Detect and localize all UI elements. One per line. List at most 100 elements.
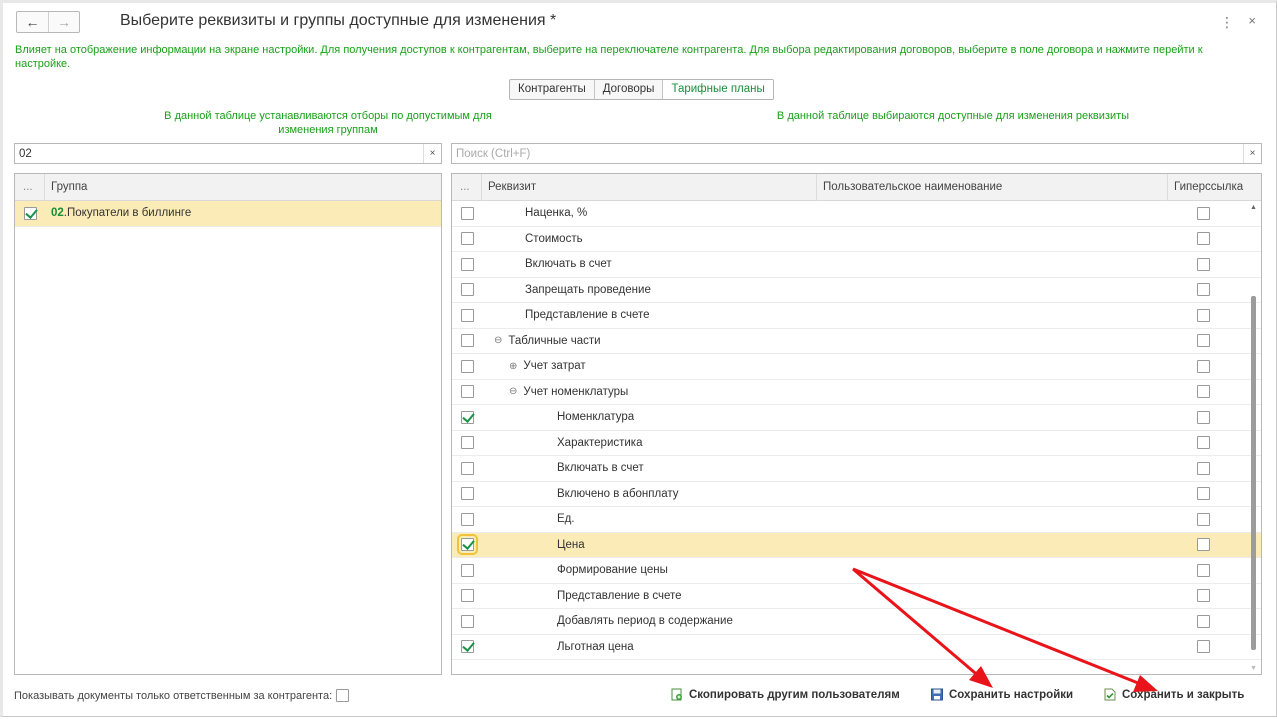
checkbox[interactable] — [23, 206, 37, 220]
group-search-input[interactable]: 02 × — [14, 143, 442, 164]
table-row[interactable]: Представление в счете — [452, 303, 1261, 329]
checkbox[interactable] — [460, 436, 474, 450]
checkbox[interactable] — [460, 385, 474, 399]
hyperlink-checkbox[interactable] — [1196, 461, 1210, 475]
hyperlink-checkbox[interactable] — [1196, 614, 1210, 628]
checkbox[interactable] — [460, 487, 474, 501]
hyperlink-checkbox[interactable] — [1196, 232, 1210, 246]
attribute-name: Стоимость — [525, 232, 583, 245]
checkbox[interactable] — [460, 206, 474, 220]
attribute-search-input[interactable]: Поиск (Ctrl+F) × — [451, 143, 1262, 164]
hyperlink-checkbox[interactable] — [1196, 640, 1210, 654]
hyperlink-checkbox[interactable] — [1196, 257, 1210, 271]
close-icon[interactable]: × — [1248, 13, 1256, 28]
column-attribute[interactable]: Реквизит — [482, 174, 817, 201]
collapse-icon[interactable]: ⊖ — [509, 386, 517, 397]
hyperlink-cell — [1173, 482, 1233, 507]
hyperlink-checkbox[interactable] — [1196, 563, 1210, 577]
checkbox[interactable] — [460, 410, 474, 424]
row-checkbox-cell — [452, 507, 482, 532]
table-row[interactable]: ⊖ Учет номенклатуры — [452, 380, 1261, 405]
checkbox[interactable] — [456, 534, 478, 556]
checkbox[interactable] — [460, 461, 474, 475]
responsible-filter-checkbox[interactable] — [336, 689, 350, 702]
checkbox[interactable] — [460, 512, 474, 526]
column-hyperlink[interactable]: Гиперссылка — [1168, 174, 1261, 201]
switch-contractors[interactable]: Контрагенты — [510, 80, 595, 99]
scroll-down-icon[interactable]: ▼ — [1250, 665, 1257, 672]
hyperlink-checkbox[interactable] — [1196, 538, 1210, 552]
table-row[interactable]: Включать в счет — [452, 456, 1261, 482]
attribute-name: Формирование цены — [557, 564, 668, 577]
attribute-name-cell: Добавлять период в содержание — [482, 609, 733, 634]
hyperlink-checkbox[interactable] — [1196, 410, 1210, 424]
table-row[interactable]: Цена — [452, 532, 1261, 558]
checkbox[interactable] — [460, 563, 474, 577]
checkbox[interactable] — [460, 589, 474, 603]
column-group[interactable]: Группа — [45, 174, 441, 201]
switch-tariff-plans[interactable]: Тарифные планы — [663, 80, 773, 99]
hyperlink-checkbox[interactable] — [1196, 334, 1210, 348]
table-row[interactable]: ⊖ Табличные части — [452, 329, 1261, 354]
group-search-value[interactable]: 02 — [15, 148, 423, 160]
more-menu-icon[interactable]: ⋮ — [1220, 14, 1234, 31]
collapse-icon[interactable]: ⊖ — [494, 335, 502, 346]
table-row[interactable]: Запрещать проведение — [452, 278, 1261, 303]
table-row[interactable]: Номенклатура — [452, 405, 1261, 431]
hyperlink-checkbox[interactable] — [1196, 436, 1210, 450]
hyperlink-checkbox[interactable] — [1196, 487, 1210, 501]
table-row[interactable]: ⊕ Учет затрат — [452, 354, 1261, 380]
hyperlink-checkbox[interactable] — [1196, 359, 1210, 373]
scroll-thumb[interactable] — [1251, 296, 1256, 650]
attribute-search-placeholder[interactable]: Поиск (Ctrl+F) — [452, 148, 1243, 160]
groups-table-header: ... Группа — [15, 174, 441, 201]
column-dots[interactable]: ... — [15, 174, 45, 201]
save-settings-button[interactable]: Сохранить настройки — [931, 688, 1073, 701]
clear-icon[interactable]: × — [1243, 144, 1261, 163]
clear-icon[interactable]: × — [423, 144, 441, 163]
save-and-close-button[interactable]: Сохранить и закрыть — [1104, 688, 1244, 701]
table-row[interactable]: Характеристика — [452, 431, 1261, 456]
table-row[interactable]: Добавлять период в содержание — [452, 609, 1261, 635]
table-row[interactable]: Наценка, % — [452, 201, 1261, 227]
checkbox[interactable] — [460, 614, 474, 628]
info-text: Влияет на отображение информации на экра… — [15, 44, 1203, 70]
hyperlink-checkbox[interactable] — [1196, 589, 1210, 603]
column-dots[interactable]: ... — [452, 174, 482, 201]
switch-contracts[interactable]: Договоры — [595, 80, 664, 99]
table-row[interactable]: Представление в счете — [452, 584, 1261, 609]
vertical-scrollbar[interactable]: ▲ ▼ — [1249, 204, 1259, 672]
column-custom-name[interactable]: Пользовательское наименование — [817, 174, 1168, 201]
checkbox[interactable] — [460, 334, 474, 348]
hyperlink-checkbox[interactable] — [1196, 283, 1210, 297]
checkbox[interactable] — [460, 232, 474, 246]
responsible-filter: Показывать документы только ответственны… — [14, 689, 350, 702]
hyperlink-checkbox[interactable] — [1196, 308, 1210, 322]
checkbox[interactable] — [460, 640, 474, 654]
hyperlink-checkbox[interactable] — [1196, 385, 1210, 399]
back-arrow-icon[interactable]: ← — [17, 12, 48, 32]
checkbox[interactable] — [460, 283, 474, 297]
scroll-up-icon[interactable]: ▲ — [1250, 204, 1257, 211]
copy-to-users-label: Скопировать другим пользователям — [689, 688, 900, 701]
checkbox[interactable] — [460, 359, 474, 373]
hyperlink-cell — [1173, 558, 1233, 583]
checkbox[interactable] — [460, 308, 474, 322]
table-row[interactable]: Стоимость — [452, 227, 1261, 252]
checkbox[interactable] — [460, 257, 474, 271]
left-table-hint: В данной таблице устанавливаются отборы … — [164, 110, 492, 136]
table-row[interactable]: Льготная цена — [452, 635, 1261, 660]
table-row[interactable]: Формирование цены — [452, 558, 1261, 584]
attribute-name: Ед. — [557, 513, 575, 526]
table-row[interactable]: Включено в абонплату — [452, 482, 1261, 507]
hyperlink-checkbox[interactable] — [1196, 206, 1210, 220]
copy-to-users-button[interactable]: Скопировать другим пользователям — [671, 688, 900, 701]
table-row[interactable]: Включать в счет — [452, 252, 1261, 278]
attributes-table: ... Реквизит Пользовательское наименован… — [451, 173, 1262, 675]
table-row[interactable]: 02 .Покупатели в биллинге — [15, 201, 441, 227]
expand-icon[interactable]: ⊕ — [509, 361, 517, 372]
hyperlink-cell — [1173, 405, 1233, 430]
table-row[interactable]: Ед. — [452, 507, 1261, 533]
forward-arrow-icon[interactable]: → — [47, 12, 79, 32]
hyperlink-checkbox[interactable] — [1196, 512, 1210, 526]
